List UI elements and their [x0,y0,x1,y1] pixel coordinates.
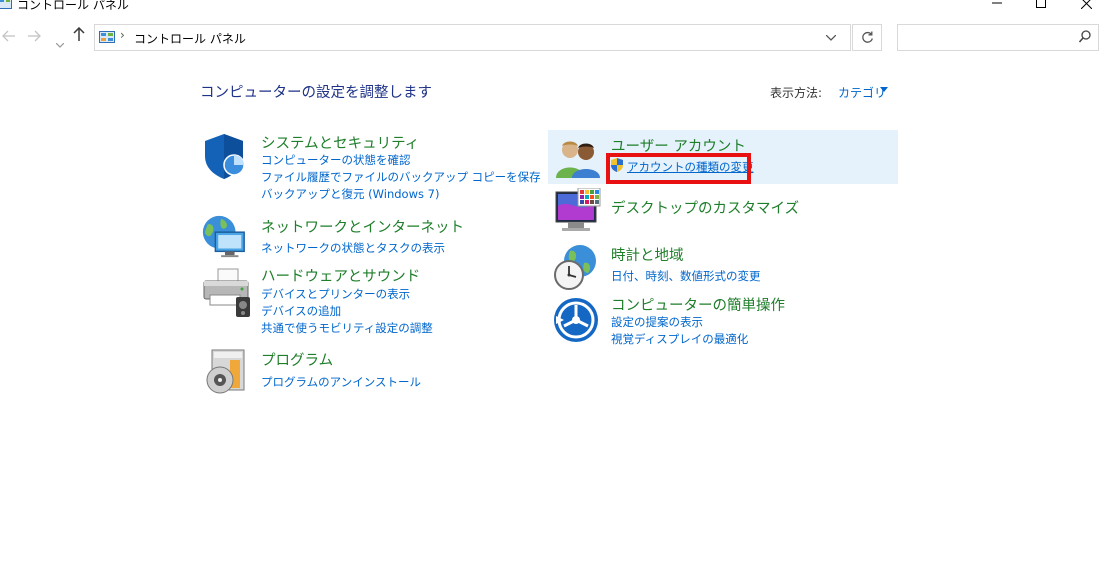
view-by-dropdown[interactable]: カテゴリ [838,84,886,101]
category-user-accounts[interactable] [554,138,602,178]
link-check-computer-status[interactable]: コンピューターの状態を確認 [261,152,411,168]
link-recommended-settings[interactable]: 設定の提案の表示 [611,314,703,330]
programs-disc-icon [206,349,245,394]
link-optimize-visual-display[interactable]: 視覚ディスプレイの最適化 [611,331,748,347]
link-backup-restore[interactable]: バックアップと復元 (Windows 7) [261,186,439,202]
category-title-system-security[interactable]: システムとセキュリティ [261,132,419,153]
refresh-button[interactable] [852,24,882,51]
category-title-programs[interactable]: プログラム [261,349,333,370]
category-title-desktop-customize[interactable]: デスクトップのカスタマイズ [611,197,799,218]
view-by-label: 表示方法: [770,86,823,100]
link-mobility-settings[interactable]: 共通で使うモビリティ設定の調整 [261,320,433,336]
category-title-ease-of-access[interactable]: コンピューターの簡単操作 [611,294,785,315]
control-panel-icon [99,31,115,43]
monitor-icon [555,188,601,231]
user-accounts-icon [556,141,600,178]
forward-arrow-icon [28,30,41,42]
ease-of-access-icon [554,298,598,342]
category-hardware-sound[interactable] [200,267,252,319]
category-clock-region[interactable] [552,243,600,291]
printer-icon [203,268,250,317]
control-panel-icon [0,0,12,9]
link-change-date-time-format[interactable]: 日付、時刻、数値形式の変更 [611,268,761,284]
back-arrow-icon [2,30,15,42]
category-ease-of-access[interactable] [552,296,600,344]
link-uninstall-program[interactable]: プログラムのアンインストール [261,374,421,390]
page-title: コンピューターの設定を調整します [200,85,432,101]
window-title: コントロール パネル [17,0,129,12]
caret-down-icon[interactable] [880,87,888,92]
minimize-button[interactable] [977,0,1017,12]
category-title-network-internet[interactable]: ネットワークとインターネット [261,216,464,237]
search-icon [1079,30,1091,43]
annotation-highlight-box [606,153,751,184]
link-add-device[interactable]: デバイスの追加 [261,303,341,319]
breadcrumb-separator: › [120,28,125,42]
minimize-icon [992,2,1002,4]
forward-button[interactable] [27,28,41,46]
category-programs[interactable] [204,348,248,396]
chevron-down-icon [55,42,65,48]
link-devices-printers[interactable]: デバイスとプリンターの表示 [261,286,410,302]
chevron-down-icon [825,34,837,41]
address-bar[interactable]: › コントロール パネル [94,24,851,51]
network-globe-icon [202,215,245,258]
maximize-icon [1036,0,1046,8]
title-bar: コントロール パネル [0,0,1102,14]
up-arrow-icon [73,26,85,41]
link-file-history-backup[interactable]: ファイル履歴でファイルのバックアップ コピーを保存 [261,169,541,185]
category-network-internet[interactable] [200,212,250,260]
close-icon [1080,0,1092,9]
close-button[interactable] [1066,0,1102,12]
refresh-icon [861,31,873,43]
category-desktop-customize[interactable] [554,188,602,234]
shield-icon [205,134,245,179]
address-dropdown-button[interactable] [825,27,837,45]
link-network-status[interactable]: ネットワークの状態とタスクの表示 [261,240,445,256]
category-title-clock-region[interactable]: 時計と地域 [611,244,684,265]
up-button[interactable] [73,26,85,45]
breadcrumb-control-panel[interactable]: コントロール パネル [134,30,246,47]
category-title-hardware-sound[interactable]: ハードウェアとサウンド [261,265,420,286]
clock-globe-icon [554,245,596,290]
back-button[interactable] [2,28,16,46]
maximize-button[interactable] [1021,0,1061,12]
recent-locations-button[interactable] [55,33,65,52]
search-input[interactable] [897,24,1099,51]
